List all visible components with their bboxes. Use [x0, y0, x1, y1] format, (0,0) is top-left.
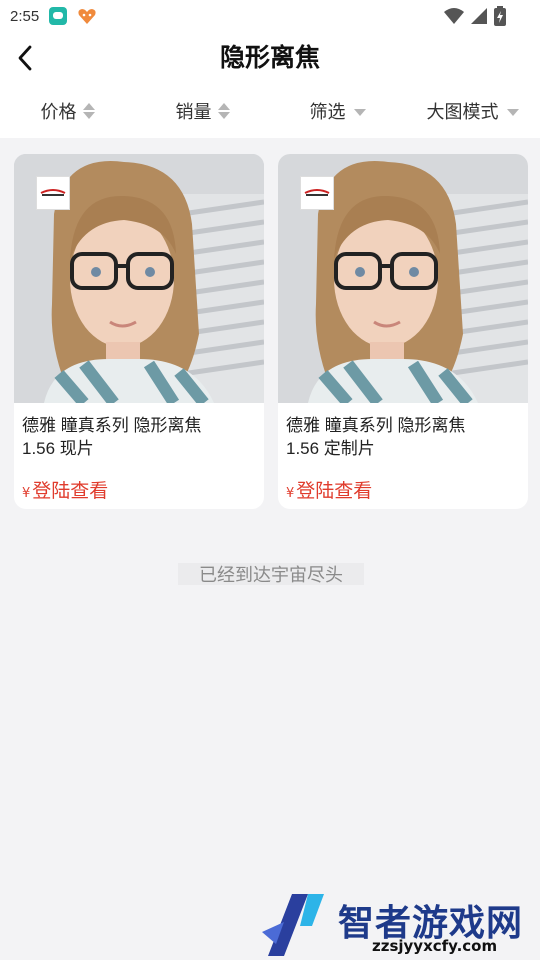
filter-label: 销量 — [175, 102, 212, 123]
system-status-icons — [444, 6, 506, 26]
watermark-url: zzsjyyxcfy.com — [372, 937, 498, 955]
end-of-list-note: 已经到达宇宙尽头 — [178, 563, 364, 586]
signal-icon — [471, 8, 487, 24]
brand-logo — [300, 176, 334, 210]
product-image — [14, 154, 264, 403]
product-card[interactable]: 德雅 瞳真系列 隐形离焦 1.56 现片 ¥ 登陆查看 — [14, 154, 264, 509]
product-title: 德雅 瞳真系列 隐形离焦 1.56 现片 — [22, 414, 258, 460]
sort-by-sales[interactable]: 销量 — [135, 84, 270, 138]
filter-label: 大图模式 — [426, 102, 499, 123]
watermark-logo-icon — [262, 894, 324, 956]
sort-arrows-icon — [217, 103, 230, 119]
product-price: ¥ 登陆查看 — [286, 476, 372, 503]
product-title: 德雅 瞳真系列 隐形离焦 1.56 定制片 — [286, 414, 522, 460]
price-login-label: 登陆查看 — [296, 480, 373, 502]
filter-label: 筛选 — [309, 102, 346, 123]
filter-dropdown[interactable]: 筛选 — [270, 84, 405, 138]
product-card[interactable]: 德雅 瞳真系列 隐形离焦 1.56 定制片 ¥ 登陆查看 — [278, 154, 528, 509]
product-title-line: 德雅 瞳真系列 隐形离焦 — [22, 416, 202, 435]
product-spec-line: 1.56 现片 — [22, 439, 94, 458]
page-title: 隐形离焦 — [219, 43, 320, 72]
wifi-icon — [444, 8, 464, 24]
sort-arrows-icon — [82, 103, 95, 119]
price-login-label: 登陆查看 — [32, 480, 109, 502]
status-time: 2:55 — [10, 7, 40, 25]
brand-logo — [36, 176, 70, 210]
caret-down-icon — [506, 108, 519, 116]
site-watermark: 智者游戏网 zzsjyyxcfy.com — [262, 890, 540, 960]
product-spec-line: 1.56 定制片 — [286, 439, 375, 458]
game-notification-icon — [77, 7, 96, 25]
view-mode-dropdown[interactable]: 大图模式 — [405, 84, 540, 138]
product-image — [278, 154, 528, 403]
filter-bar: 价格 销量 筛选 大图模式 — [0, 84, 540, 138]
product-title-line: 德雅 瞳真系列 隐形离焦 — [286, 416, 466, 435]
battery-icon — [494, 6, 506, 26]
end-of-list-text: 已经到达宇宙尽头 — [199, 565, 343, 586]
navigation-bar: 隐形离焦 — [0, 32, 540, 84]
currency-symbol: ¥ — [286, 486, 295, 501]
status-bar: 2:55 — [0, 0, 540, 32]
caret-down-icon — [353, 108, 366, 116]
product-price: ¥ 登陆查看 — [22, 476, 108, 503]
filter-label: 价格 — [40, 102, 77, 123]
app-notification-icon — [49, 7, 68, 25]
sort-by-price[interactable]: 价格 — [0, 84, 135, 138]
currency-symbol: ¥ — [22, 486, 31, 501]
